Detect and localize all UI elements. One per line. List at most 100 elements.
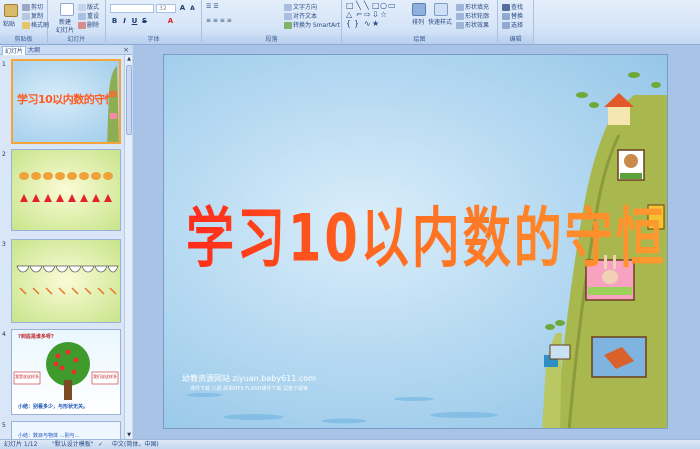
- arrange-icon[interactable]: [412, 3, 426, 16]
- panel-scrollbar[interactable]: ▲ ▼: [124, 55, 132, 439]
- thumbnail-number: 3: [2, 241, 6, 248]
- grow-font-icon[interactable]: A: [178, 4, 187, 13]
- brush-icon: [22, 22, 30, 29]
- copy-button[interactable]: 复制: [22, 11, 43, 20]
- theme-status[interactable]: "默认设计模板": [52, 440, 94, 449]
- shape-fill-button[interactable]: 形状填充: [456, 2, 489, 11]
- star-shape-icon-2[interactable]: ★: [372, 19, 379, 28]
- slide-thumbnail-4[interactable]: ?到底是谁多呀? 我是说这样多 我们说这样多 小结：别看多少，与形状无关。: [11, 329, 121, 415]
- tab-slides[interactable]: 幻灯片: [2, 46, 27, 55]
- brace-shape-icon-2[interactable]: }: [354, 19, 359, 28]
- delete-icon: [78, 22, 86, 29]
- group-label-font: 字体: [106, 35, 201, 44]
- binoculars-icon: [502, 4, 510, 11]
- group-label-paragraph: 段落: [202, 35, 341, 44]
- spellcheck-icon[interactable]: ✓: [98, 440, 103, 449]
- align-text-icon: [284, 13, 292, 20]
- scissors-icon: [22, 4, 30, 11]
- scroll-down-icon[interactable]: ▼: [125, 431, 133, 439]
- arrow-shape-icon[interactable]: ⇨: [364, 10, 371, 19]
- copy-icon: [22, 13, 30, 20]
- rounded-rect-shape-icon[interactable]: ▭: [388, 1, 396, 10]
- quick-styles-icon[interactable]: [434, 3, 448, 16]
- smartart-icon: [284, 22, 292, 29]
- layout-icon: [78, 4, 86, 11]
- arrange-button[interactable]: 排列: [412, 17, 424, 26]
- group-drawing: □ ╲ ╲ □ ○ ▭ △ ⌐ ⇨ ⇩ ☆ { } ∿ ★ 排列 快速样式 形状…: [342, 0, 498, 45]
- triangle-shape-icon[interactable]: △: [346, 10, 352, 19]
- slide-count-status: 幻灯片 1/12: [4, 441, 38, 448]
- line-shape-icon[interactable]: ╲: [356, 1, 361, 10]
- slide-thumbnail-3[interactable]: [11, 239, 121, 323]
- current-slide[interactable]: 学习10以内数的守恒 幼教资源网站 ziyuan.baby611.com 课件下…: [163, 54, 668, 429]
- bullets-icon[interactable]: ☰ ☰: [206, 3, 219, 10]
- thumbnail-number: 2: [2, 151, 6, 158]
- quick-styles-button[interactable]: 快速样式: [428, 17, 452, 26]
- align-text-button[interactable]: 对齐文本: [284, 11, 317, 20]
- reset-icon: [78, 13, 86, 20]
- align-icons[interactable]: ≡ ≡ ≡ ≡: [206, 17, 232, 24]
- format-painter-button[interactable]: 格式刷: [22, 20, 49, 29]
- reset-button[interactable]: 重设: [78, 11, 99, 20]
- cursor-icon: [502, 22, 510, 29]
- slides-panel: 幻灯片 大纲 × 1 学习10以内数的守恒 2 3 4 ?到底是谁多呀? 我是说…: [0, 45, 132, 439]
- thumbnail-3-art: [16, 265, 119, 295]
- thumbnail-5-partial-text: 小结：数目与物体 …别与…: [18, 433, 80, 439]
- status-bar: 幻灯片 1/12 "默认设计模板" ✓ 中文(简体，中国): [0, 439, 700, 449]
- replace-button[interactable]: 替换: [502, 11, 523, 20]
- paste-icon[interactable]: [4, 4, 18, 17]
- group-label-drawing: 绘图: [342, 35, 497, 44]
- tab-outline[interactable]: 大纲: [26, 46, 42, 55]
- shape-effects-button[interactable]: 形状效果: [456, 20, 489, 29]
- shape-outline-button[interactable]: 形状轮廓: [456, 11, 489, 20]
- cut-button[interactable]: 剪切: [22, 2, 43, 11]
- oval-shape-icon[interactable]: ○: [380, 1, 387, 10]
- smartart-button[interactable]: 转换为 SmartArt: [284, 20, 340, 29]
- select-button[interactable]: 选择: [502, 20, 523, 29]
- slide-editing-area: 学习10以内数的守恒 幼教资源网站 ziyuan.baby611.com 课件下…: [133, 45, 700, 439]
- thumbnail-4-caption: 小结：别看多少，与形状无关。: [18, 404, 89, 410]
- underline-button[interactable]: U: [130, 17, 139, 26]
- elbow-shape-icon[interactable]: ⌐: [356, 10, 363, 19]
- scroll-thumb[interactable]: [126, 65, 132, 135]
- rectangle-shape-icon-2[interactable]: □: [372, 1, 380, 10]
- strikethrough-icon[interactable]: S: [140, 17, 149, 26]
- find-button[interactable]: 查找: [502, 2, 523, 11]
- group-label-editing: 编辑: [498, 35, 533, 44]
- thumbnail-4-right-bubble: 我们说这样多: [93, 374, 117, 379]
- shrink-font-icon[interactable]: A: [188, 4, 197, 13]
- scroll-up-icon[interactable]: ▲: [125, 55, 133, 63]
- thumbnail-number: 4: [2, 331, 6, 338]
- text-direction-button[interactable]: 文字方向: [284, 2, 317, 11]
- group-slides: 新建 幻灯片 版式 重设 删除 幻灯片: [48, 0, 106, 45]
- group-editing: 查找 替换 选择 编辑: [498, 0, 534, 45]
- close-icon[interactable]: ×: [123, 46, 129, 54]
- ribbon: 粘贴 剪切 复制 格式刷 剪贴板 新建 幻灯片 版式 重设 删除 幻灯片 32 …: [0, 0, 700, 45]
- layout-button[interactable]: 版式: [78, 2, 99, 11]
- arrow-shape-icon-2[interactable]: ⇩: [372, 10, 379, 19]
- language-status[interactable]: 中文(简体，中国): [112, 440, 159, 449]
- star-shape-icon[interactable]: ☆: [380, 10, 387, 19]
- line-shape-icon-2[interactable]: ╲: [364, 1, 369, 10]
- slide-thumbnail-1[interactable]: 学习10以内数的守恒: [11, 59, 121, 144]
- delete-button[interactable]: 删除: [78, 20, 99, 29]
- font-color-icon[interactable]: A: [166, 17, 175, 26]
- new-slide-icon[interactable]: [60, 3, 74, 16]
- group-label-clipboard: 剪贴板: [0, 35, 47, 44]
- slide-thumbnail-2[interactable]: [11, 149, 121, 231]
- font-size-dropdown[interactable]: 32: [156, 4, 176, 13]
- new-slide-button-line2[interactable]: 幻灯片: [56, 25, 74, 34]
- effects-icon: [456, 22, 464, 29]
- slide-title[interactable]: 学习10以内数的守恒: [186, 185, 667, 280]
- italic-button[interactable]: I: [120, 17, 129, 26]
- paste-button[interactable]: 粘贴: [3, 19, 15, 28]
- slide-thumbnail-5[interactable]: 小结：数目与物体 …别与…: [11, 421, 121, 439]
- bold-button[interactable]: B: [110, 17, 119, 26]
- brace-shape-icon[interactable]: {: [346, 19, 351, 28]
- group-clipboard: 粘贴 剪切 复制 格式刷 剪贴板: [0, 0, 49, 45]
- paint-bucket-icon: [456, 4, 464, 11]
- font-name-dropdown[interactable]: [110, 4, 154, 13]
- rectangle-shape-icon[interactable]: □: [346, 1, 354, 10]
- curve-shape-icon[interactable]: ∿: [364, 19, 371, 28]
- group-paragraph: ☰ ☰ ≡ ≡ ≡ ≡ 文字方向 对齐文本 转换为 SmartArt 段落: [202, 0, 342, 45]
